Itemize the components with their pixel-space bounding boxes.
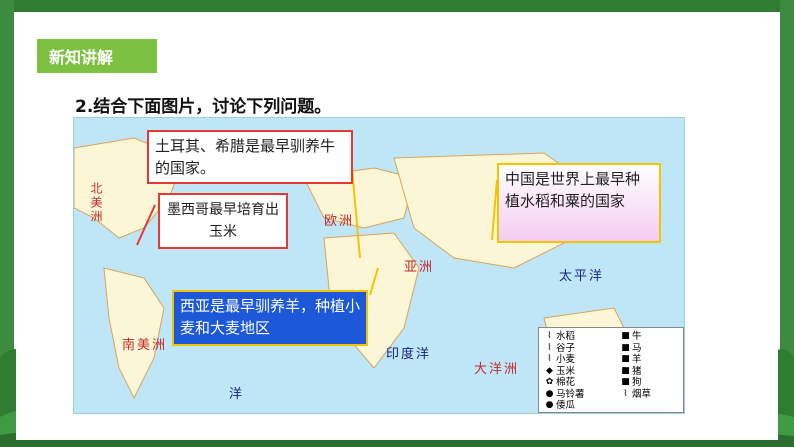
legend-item: ■ 狗 [619,377,651,389]
map-legend: ⌇ 水稻 ⌇ 谷子 ⌇ 小麦 ◆ 玉米 ✿ 棉花 ● 马铃薯 ● 倭瓜 ■ 牛 ■ 马 ■ 羊 ■ 猪… [538,327,684,413]
millet-icon: ⌇ [547,342,552,353]
callout-china: 中国是世界上最早种植水稻和粟的国家 [497,163,661,243]
dog-icon: ■ [621,377,630,387]
legend-item: ◆ 玉米 [543,366,585,378]
legend-item: ✿ 棉花 [543,377,585,389]
sweet-potato-icon: ● [545,400,554,410]
legend-crops: ⌇ 水稻 ⌇ 谷子 ⌇ 小麦 ◆ 玉米 ✿ 棉花 ● 马铃薯 ● 倭瓜 [543,331,585,412]
legend-item: ■ 猪 [619,366,651,378]
callout-mexico: 墨西哥最早培育出玉米 [158,193,288,249]
potato-icon: ● [545,388,554,399]
cattle-icon: ■ [621,331,630,341]
legend-animals: ■ 牛 ■ 马 ■ 羊 ■ 猪 ■ 狗 ⌇ 烟草 [619,331,651,400]
callout-turkey-greece: 土耳其、希腊是最早驯养牛的国家。 [147,130,353,184]
rice-icon: ⌇ [547,331,552,341]
pointer-turkey [351,167,361,259]
legend-item: ⌇ 小麦 [543,354,585,366]
legend-item: ⌇ 谷子 [543,343,585,355]
legend-item: ■ 马 [619,343,651,355]
legend-item: ■ 牛 [619,331,651,343]
pointer-mexico [136,204,156,246]
legend-item: ⌇ 烟草 [619,389,651,401]
legend-item: ● 马铃薯 [543,389,585,401]
wheat-icon: ⌇ [547,354,552,364]
legend-item: ● 倭瓜 [543,400,585,412]
legend-item: ⌇ 水稻 [543,331,585,343]
legend-item: ■ 羊 [619,354,651,366]
cotton-icon: ✿ [545,377,554,387]
corn-icon: ◆ [546,365,553,376]
pig-icon: ■ [621,365,630,376]
callout-west-asia: 西亚是最早驯养羊，种植小麦和大麦地区 [172,290,368,346]
pointer-westasia [369,267,379,296]
sheep-icon: ■ [621,354,630,364]
tobacco-icon: ⌇ [623,388,628,399]
horse-icon: ■ [621,342,630,353]
